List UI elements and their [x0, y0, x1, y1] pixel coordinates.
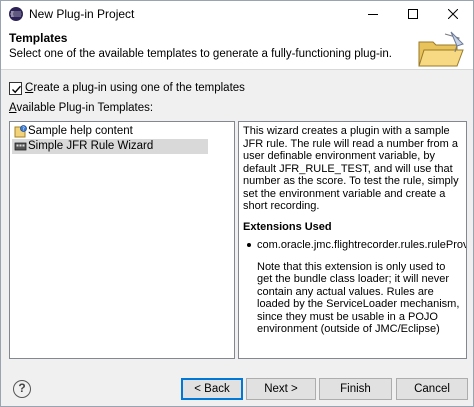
- folder-wizard-icon: [411, 30, 469, 70]
- help-content-icon: ?: [14, 125, 27, 138]
- eclipse-app-icon: [8, 6, 24, 22]
- wizard-banner: Templates Select one of the available te…: [1, 27, 473, 70]
- template-description-panel: This wizard creates a plugin with a samp…: [238, 121, 467, 359]
- maximize-button[interactable]: [393, 1, 433, 27]
- jfr-rule-icon: [14, 140, 27, 153]
- back-button[interactable]: < Back: [181, 378, 243, 400]
- list-item-simple-jfr-rule-wizard[interactable]: Simple JFR Rule Wizard: [12, 139, 208, 154]
- close-button[interactable]: [433, 1, 473, 27]
- list-item-label: Sample help content: [28, 125, 133, 137]
- svg-text:?: ?: [22, 126, 25, 132]
- window-title: New Plug-in Project: [29, 7, 135, 21]
- checkbox-box[interactable]: [9, 82, 22, 95]
- minimize-button[interactable]: [353, 1, 393, 27]
- description-intro: This wizard creates a plugin with a samp…: [243, 125, 459, 212]
- templates-list[interactable]: ? Sample help content Simple JFR Rule Wi…: [9, 121, 235, 359]
- extension-id: com.oracle.jmc.flightrecorder.rules.rule…: [257, 239, 467, 251]
- list-item-label: Simple JFR Rule Wizard: [28, 140, 154, 152]
- help-button[interactable]: ?: [13, 380, 31, 398]
- title-bar: New Plug-in Project: [1, 1, 473, 27]
- minimize-icon: [368, 14, 378, 15]
- extension-list-item: com.oracle.jmc.flightrecorder.rules.rule…: [243, 239, 466, 252]
- help-icon: ?: [18, 381, 26, 395]
- extensions-heading: Extensions Used: [243, 220, 332, 233]
- description-note: Note that this extension is only used to…: [257, 260, 460, 336]
- page-description: Select one of the available templates to…: [9, 48, 392, 60]
- list-item-sample-help-content[interactable]: ? Sample help content: [12, 124, 208, 139]
- page-title: Templates: [9, 31, 68, 45]
- checkmark-icon: [12, 85, 22, 94]
- maximize-icon: [408, 9, 418, 19]
- bullet-icon: [247, 243, 251, 247]
- finish-button[interactable]: Finish: [319, 378, 392, 400]
- templates-label: Available Plug-in Templates:: [9, 102, 154, 114]
- next-button[interactable]: Next >: [246, 378, 316, 400]
- wizard-window: New Plug-in Project Templates Select one…: [0, 0, 474, 407]
- checkbox-label: Create a plug-in using one of the templa…: [25, 82, 245, 94]
- cancel-button[interactable]: Cancel: [396, 378, 468, 400]
- close-icon: [448, 9, 458, 19]
